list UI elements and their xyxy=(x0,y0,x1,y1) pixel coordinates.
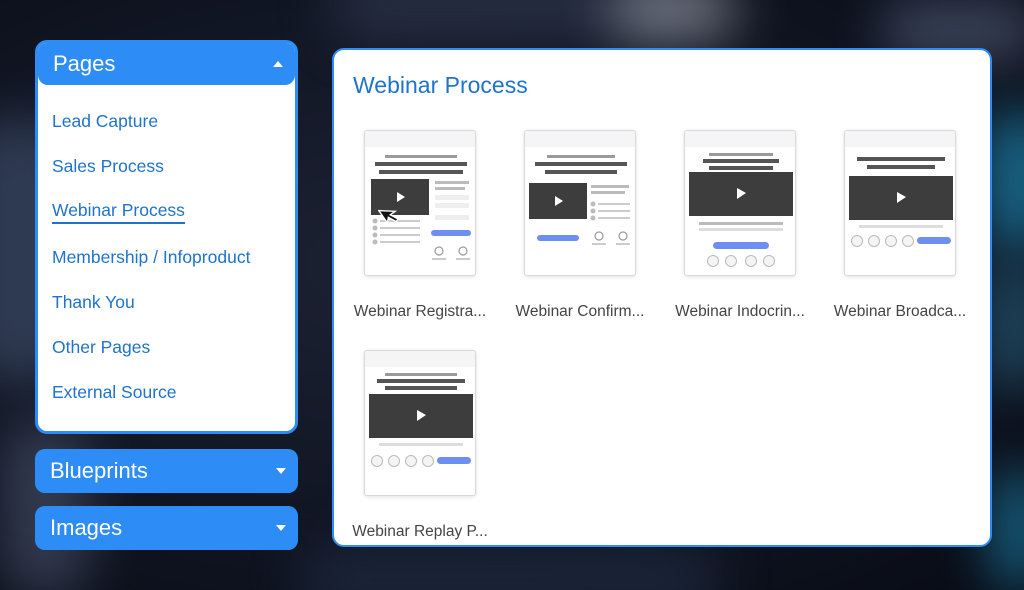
pages-header-label: Pages xyxy=(53,51,116,76)
caret-down-icon xyxy=(276,525,286,531)
template-label: Webinar Indocrin... xyxy=(675,303,805,320)
template-thumbnail xyxy=(844,130,956,276)
sidebar-item-other-pages[interactable]: Other Pages xyxy=(38,325,295,370)
template-card-webinar-replay[interactable]: Webinar Replay P... xyxy=(344,350,496,541)
sidebar-item-lead-capture[interactable]: Lead Capture xyxy=(38,99,295,144)
template-card-webinar-confirmation[interactable]: Webinar Confirm... xyxy=(504,130,656,321)
template-card-webinar-registration[interactable]: Webinar Registra... xyxy=(344,130,496,321)
sidebar-item-webinar-process[interactable]: Webinar Process xyxy=(38,189,295,234)
template-label: Webinar Replay P... xyxy=(352,523,488,540)
template-label: Webinar Broadca... xyxy=(833,303,967,320)
template-gallery: Webinar Process Webinar Registra... Webi… xyxy=(332,48,992,547)
sidebar-item-thank-you[interactable]: Thank You xyxy=(38,280,295,325)
images-panel[interactable]: Images xyxy=(35,506,298,550)
sidebar-item-label: Sales Process xyxy=(52,156,164,177)
template-card-webinar-indoctrination[interactable]: Webinar Indocrin... xyxy=(664,130,816,321)
sidebar-item-external-source[interactable]: External Source xyxy=(38,370,295,415)
sidebar-item-sales-process[interactable]: Sales Process xyxy=(38,144,295,189)
template-label: Webinar Confirm... xyxy=(515,303,645,320)
blueprints-header[interactable]: Blueprints xyxy=(35,449,298,493)
template-thumbnail xyxy=(524,130,636,276)
caret-up-icon xyxy=(273,61,283,67)
caret-down-icon xyxy=(276,468,286,474)
template-thumbnail xyxy=(684,130,796,276)
blueprints-header-label: Blueprints xyxy=(50,458,148,483)
sidebar-item-label: Membership / Infoproduct xyxy=(52,246,251,267)
sidebar-item-label: Other Pages xyxy=(52,337,151,358)
pages-menu: Lead Capture Sales Process Webinar Proce… xyxy=(38,85,295,415)
mouse-pointer-icon xyxy=(378,209,400,225)
template-card-webinar-broadcast[interactable]: Webinar Broadca... xyxy=(824,130,976,321)
page-title: Webinar Process xyxy=(353,72,528,98)
sidebar-item-membership-infoproduct[interactable]: Membership / Infoproduct xyxy=(38,235,295,280)
blueprints-panel[interactable]: Blueprints xyxy=(35,449,298,493)
pages-header[interactable]: Pages xyxy=(38,43,295,85)
template-thumbnail xyxy=(364,350,476,496)
images-header[interactable]: Images xyxy=(35,506,298,550)
images-header-label: Images xyxy=(50,515,123,540)
sidebar-item-label: Lead Capture xyxy=(52,111,159,132)
sidebar-item-label: External Source xyxy=(52,382,177,403)
sidebar-item-label: Thank You xyxy=(52,291,135,312)
template-thumbnail xyxy=(364,130,476,276)
template-label: Webinar Registra... xyxy=(353,303,487,320)
sidebar-item-label: Webinar Process xyxy=(52,200,185,224)
pages-panel: Pages Lead Capture Sales Process Webinar… xyxy=(35,40,298,434)
